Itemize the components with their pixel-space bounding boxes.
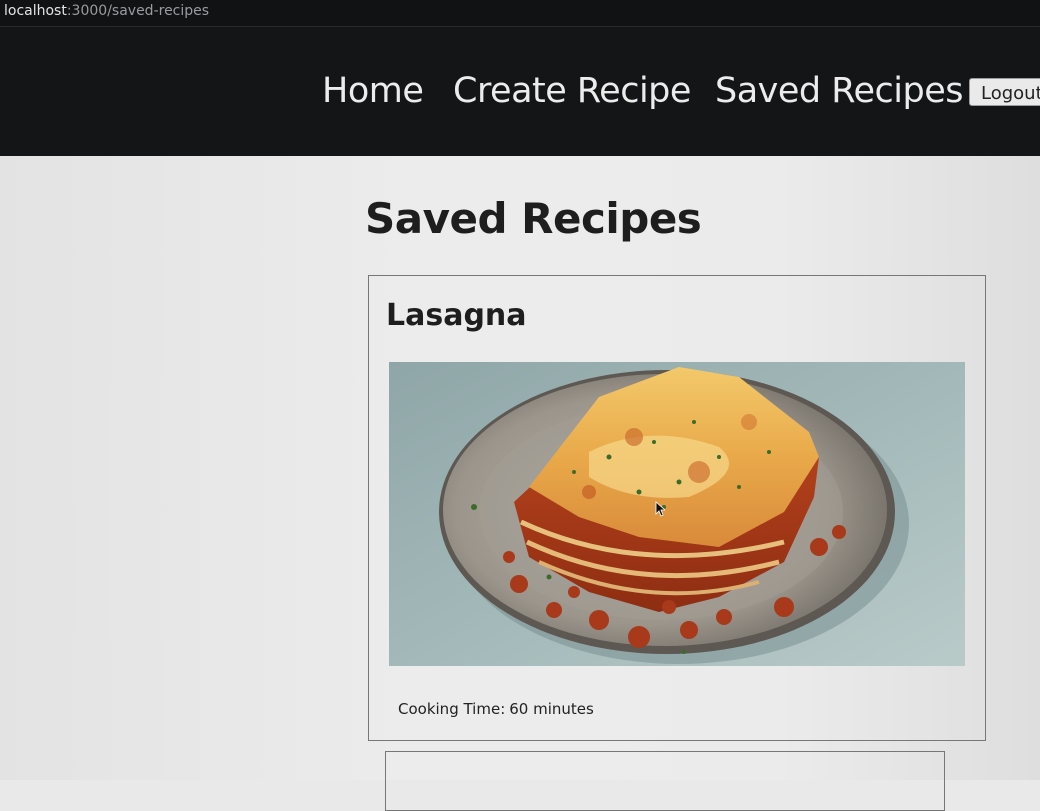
logout-button[interactable]: Logout	[969, 78, 1040, 106]
cooking-time-value: 60 minutes	[509, 700, 594, 718]
url-text[interactable]: localhost:3000/saved-recipes	[4, 3, 209, 19]
mouse-cursor-icon	[655, 501, 665, 517]
nav-saved-recipes-link[interactable]: Saved Recipes	[715, 71, 964, 111]
recipe-image	[389, 362, 965, 666]
nav-create-recipe-link[interactable]: Create Recipe	[453, 71, 691, 111]
recipe-card: Lasagna Cooking Time: 60 minutes	[368, 275, 986, 741]
url-host: localhost	[4, 3, 67, 19]
cooking-time: Cooking Time: 60 minutes	[398, 700, 594, 718]
main-content: Saved Recipes Lasagna Cooking Time: 60 m…	[0, 156, 1040, 811]
app-navbar: Home Create Recipe Saved Recipes Logout	[0, 27, 1040, 156]
cooking-time-label: Cooking Time:	[398, 700, 506, 718]
recipe-card-partial	[385, 751, 945, 811]
recipe-name: Lasagna	[386, 298, 527, 333]
browser-address-bar[interactable]: localhost:3000/saved-recipes	[0, 0, 1040, 27]
url-path: :3000/saved-recipes	[66, 3, 210, 19]
nav-home-link[interactable]: Home	[322, 71, 424, 111]
page-title: Saved Recipes	[365, 194, 702, 243]
